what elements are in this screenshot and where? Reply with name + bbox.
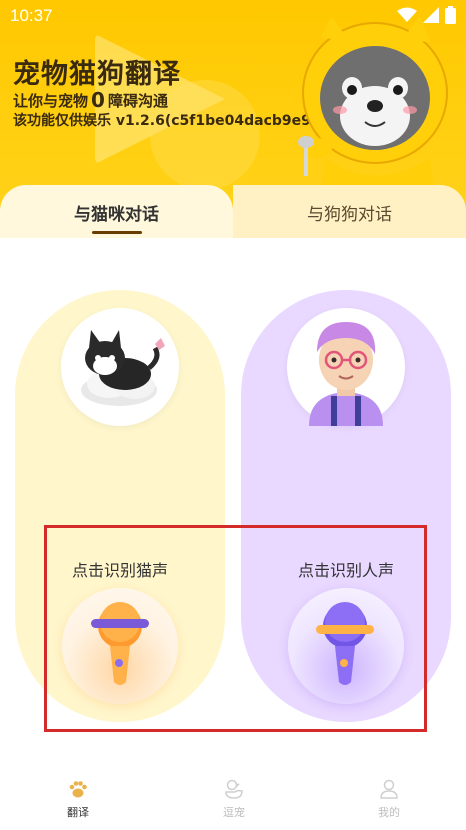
- microphone-icon: [316, 602, 374, 685]
- person-avatar: [287, 308, 405, 426]
- nav-tease-pet[interactable]: 逗宠: [194, 778, 274, 820]
- cat-voice-record-button[interactable]: [62, 588, 178, 704]
- bottom-navigation: 翻译 逗宠 我的: [0, 766, 466, 830]
- nav-mine-label: 我的: [378, 806, 400, 819]
- slogan-prefix: 让你与宠物: [13, 91, 89, 110]
- tab-cat-label: 与猫咪对话: [74, 205, 159, 225]
- dog-mascot-illustration: [298, 18, 448, 198]
- person-illustration: [309, 322, 383, 426]
- human-voice-record-button[interactable]: [288, 588, 404, 704]
- human-voice-label: 点击识别人声: [297, 561, 394, 580]
- slogan: 让你与宠物 0 障碍沟通: [13, 88, 168, 112]
- paw-icon: [69, 781, 87, 798]
- active-tab-indicator: [92, 231, 142, 234]
- status-time: 10:37: [10, 6, 53, 25]
- nav-translate-label: 翻译: [67, 806, 89, 819]
- nav-tease-label: 逗宠: [223, 806, 245, 819]
- nav-translate[interactable]: 翻译: [38, 778, 118, 820]
- slogan-suffix: 障碍沟通: [107, 91, 168, 110]
- slogan-zero: 0: [91, 88, 105, 112]
- tab-dog-label: 与狗狗对话: [307, 205, 392, 225]
- nav-mine[interactable]: 我的: [349, 778, 429, 820]
- tab-dog-conversation[interactable]: 与狗狗对话: [233, 185, 466, 240]
- cat-voice-label: 点击识别猫声: [71, 561, 168, 580]
- cat-avatar: [61, 308, 179, 426]
- tab-bar: 与猫咪对话 与狗狗对话: [0, 185, 466, 240]
- cat-illustration: [81, 330, 165, 406]
- user-icon: [380, 779, 398, 799]
- duck-icon: [225, 779, 243, 799]
- microphone-icon: [91, 602, 149, 685]
- app-title: 宠物猫狗翻译: [13, 59, 181, 90]
